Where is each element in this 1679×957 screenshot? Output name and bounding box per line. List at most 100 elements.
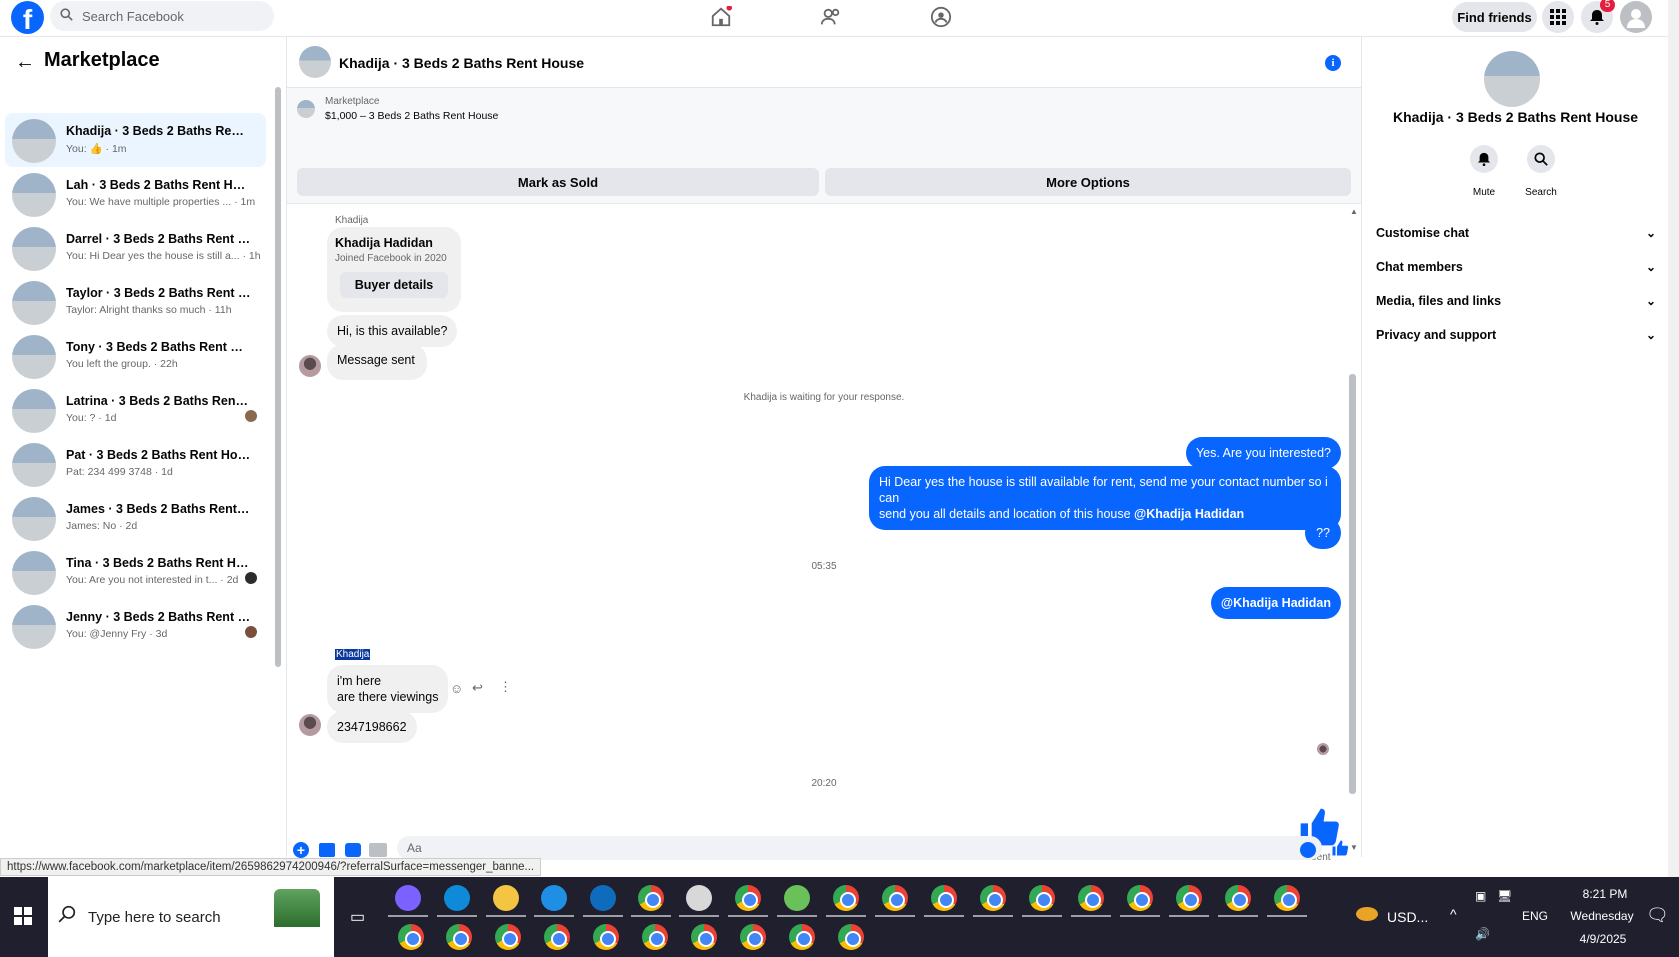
outgoing-message[interactable]: ?? — [1305, 517, 1341, 549]
menu-grid-icon[interactable] — [1542, 1, 1574, 33]
listing-thumbnail[interactable] — [297, 100, 315, 118]
chrome-icon[interactable] — [833, 885, 859, 911]
incoming-message[interactable]: Message sent — [327, 344, 427, 380]
currency-widget-label[interactable]: USD... — [1387, 909, 1428, 925]
outgoing-message[interactable]: Yes. Are you interested? — [1185, 437, 1341, 469]
chrome-icon[interactable] — [882, 885, 908, 911]
chrome-icon[interactable] — [1274, 885, 1300, 911]
emoji-icon[interactable] — [1300, 842, 1316, 858]
message-input[interactable]: Aa — [397, 836, 1322, 860]
more-actions-icon[interactable]: ⋮ — [499, 679, 512, 695]
thumbs-up-button-icon[interactable] — [1331, 839, 1349, 862]
chat-scrollbar[interactable] — [1349, 374, 1356, 794]
reply-icon[interactable]: ↩ — [472, 680, 483, 696]
outlook-icon[interactable] — [590, 885, 616, 911]
chrome-icon[interactable] — [789, 924, 815, 950]
facebook-logo-icon[interactable]: f — [11, 1, 44, 34]
friends-icon[interactable] — [816, 4, 846, 30]
chrome-icon[interactable] — [1127, 885, 1153, 911]
media-files-links-row[interactable]: Media, files and links ⌄ — [1376, 294, 1656, 308]
privacy-support-row[interactable]: Privacy and support ⌄ — [1376, 328, 1656, 342]
find-friends-button[interactable]: Find friends — [1452, 2, 1537, 32]
clock-day[interactable]: Wednesday — [1562, 909, 1642, 923]
chrome-icon[interactable] — [1078, 885, 1104, 911]
chrome-icon[interactable] — [544, 924, 570, 950]
home-icon[interactable] — [706, 4, 736, 30]
sticker-icon[interactable] — [345, 843, 361, 857]
groups-icon[interactable] — [926, 4, 956, 30]
conversation-item[interactable]: Latrina · 3 Beds 2 Baths Rent ... You: ? … — [5, 383, 266, 437]
chrome-icon[interactable] — [980, 885, 1006, 911]
mention[interactable]: @Khadija Hadidan — [1134, 507, 1244, 521]
meet-icon[interactable]: ▣ — [1475, 889, 1486, 903]
react-emoji-icon[interactable]: ☺ — [450, 681, 463, 696]
conversation-item[interactable]: Tony · 3 Beds 2 Baths Rent House You left… — [5, 329, 266, 383]
scroll-down-arrow-icon[interactable]: ▼ — [1350, 843, 1358, 852]
chrome-icon[interactable] — [838, 924, 864, 950]
chrome-icon[interactable] — [1176, 885, 1202, 911]
chrome-icon[interactable] — [642, 924, 668, 950]
chrome-icon[interactable] — [593, 924, 619, 950]
incoming-message[interactable]: 2347198662 — [327, 711, 417, 743]
conversation-item[interactable]: Darrel · 3 Beds 2 Baths Rent Ho... You: H… — [5, 221, 266, 275]
incoming-message-multiline[interactable]: i'm here are there viewings — [327, 665, 449, 713]
copilot-icon[interactable] — [395, 885, 421, 911]
volume-icon[interactable]: 🔊 — [1475, 927, 1490, 941]
store-icon[interactable] — [541, 885, 567, 911]
chrome-icon[interactable] — [735, 885, 761, 911]
scroll-up-arrow-icon[interactable]: ▲ — [1350, 207, 1358, 216]
add-attachment-icon[interactable]: + — [293, 842, 309, 858]
task-view-icon[interactable]: ▭ — [350, 907, 365, 927]
buyer-details-button[interactable]: Buyer details — [340, 272, 448, 298]
paint-icon[interactable] — [686, 885, 712, 911]
windows-start-icon[interactable] — [14, 907, 32, 930]
chrome-icon[interactable] — [740, 924, 766, 950]
taskbar-search-input[interactable]: Type here to search — [48, 877, 334, 957]
back-arrow-icon[interactable]: ← — [15, 51, 35, 74]
currency-widget-icon[interactable] — [1356, 907, 1378, 921]
clock-time[interactable]: 8:21 PM — [1570, 887, 1640, 901]
info-icon[interactable]: i — [1325, 55, 1341, 71]
chat-title[interactable]: Khadija · 3 Beds 2 Baths Rent House — [339, 55, 584, 71]
tray-overflow-chevron-icon[interactable]: ^ — [1450, 906, 1457, 922]
window-scrollbar[interactable] — [1668, 0, 1679, 877]
outgoing-message-long[interactable]: Hi Dear yes the house is still available… — [869, 466, 1341, 530]
mark-as-sold-button[interactable]: Mark as Sold — [297, 168, 819, 196]
edge-icon[interactable] — [444, 885, 470, 911]
chrome-icon[interactable] — [495, 924, 521, 950]
listing-avatar[interactable] — [1484, 51, 1540, 107]
chrome-icon[interactable] — [398, 924, 424, 950]
customise-chat-row[interactable]: Customise chat ⌄ — [1376, 226, 1656, 240]
photo-icon[interactable] — [319, 843, 335, 857]
conversation-item[interactable]: Khadija · 3 Beds 2 Baths Rent H... You: 👍… — [5, 113, 266, 167]
language-indicator[interactable]: ENG — [1522, 909, 1548, 923]
chrome-icon[interactable] — [1225, 885, 1251, 911]
conversation-item[interactable]: Jenny · 3 Beds 2 Baths Rent H... You: @Je… — [5, 599, 266, 653]
chrome-icon[interactable] — [638, 885, 664, 911]
conversation-item[interactable]: Tina · 3 Beds 2 Baths Rent Ho... You: Are… — [5, 545, 266, 599]
search-input[interactable]: Search Facebook — [50, 1, 274, 31]
clock-date[interactable]: 4/9/2025 — [1567, 932, 1639, 946]
mute-bell-icon[interactable] — [1470, 145, 1498, 173]
listing-title[interactable]: $1,000 – 3 Beds 2 Baths Rent House — [325, 110, 498, 122]
chrome-icon[interactable] — [446, 924, 472, 950]
chrome-icon[interactable] — [1029, 885, 1055, 911]
search-chat-icon[interactable] — [1527, 145, 1555, 173]
outgoing-mention-message[interactable]: @Khadija Hadidan — [1210, 587, 1341, 619]
conversation-item[interactable]: Pat · 3 Beds 2 Baths Rent House Pat: 234 … — [5, 437, 266, 491]
chat-members-row[interactable]: Chat members ⌄ — [1376, 260, 1656, 274]
chat-avatar[interactable] — [299, 46, 331, 78]
gif-icon[interactable] — [369, 843, 387, 857]
chrome-icon[interactable] — [931, 885, 957, 911]
notification-center-icon[interactable]: 🗨 — [1646, 905, 1669, 926]
network-icon[interactable]: 🖥 — [1497, 889, 1512, 903]
incoming-message[interactable]: Hi, is this available? — [327, 315, 458, 347]
notepad-icon[interactable] — [784, 885, 810, 911]
file-explorer-icon[interactable] — [493, 885, 519, 911]
conversation-item[interactable]: Lah · 3 Beds 2 Baths Rent House You: We h… — [5, 167, 266, 221]
conversation-item[interactable]: Taylor · 3 Beds 2 Baths Rent Ho... Taylor… — [5, 275, 266, 329]
conversation-list-scrollbar[interactable] — [275, 87, 281, 667]
profile-avatar[interactable] — [1620, 1, 1652, 33]
conversation-item[interactable]: James · 3 Beds 2 Baths Rent Ho... James: … — [5, 491, 266, 545]
chrome-icon[interactable] — [691, 924, 717, 950]
